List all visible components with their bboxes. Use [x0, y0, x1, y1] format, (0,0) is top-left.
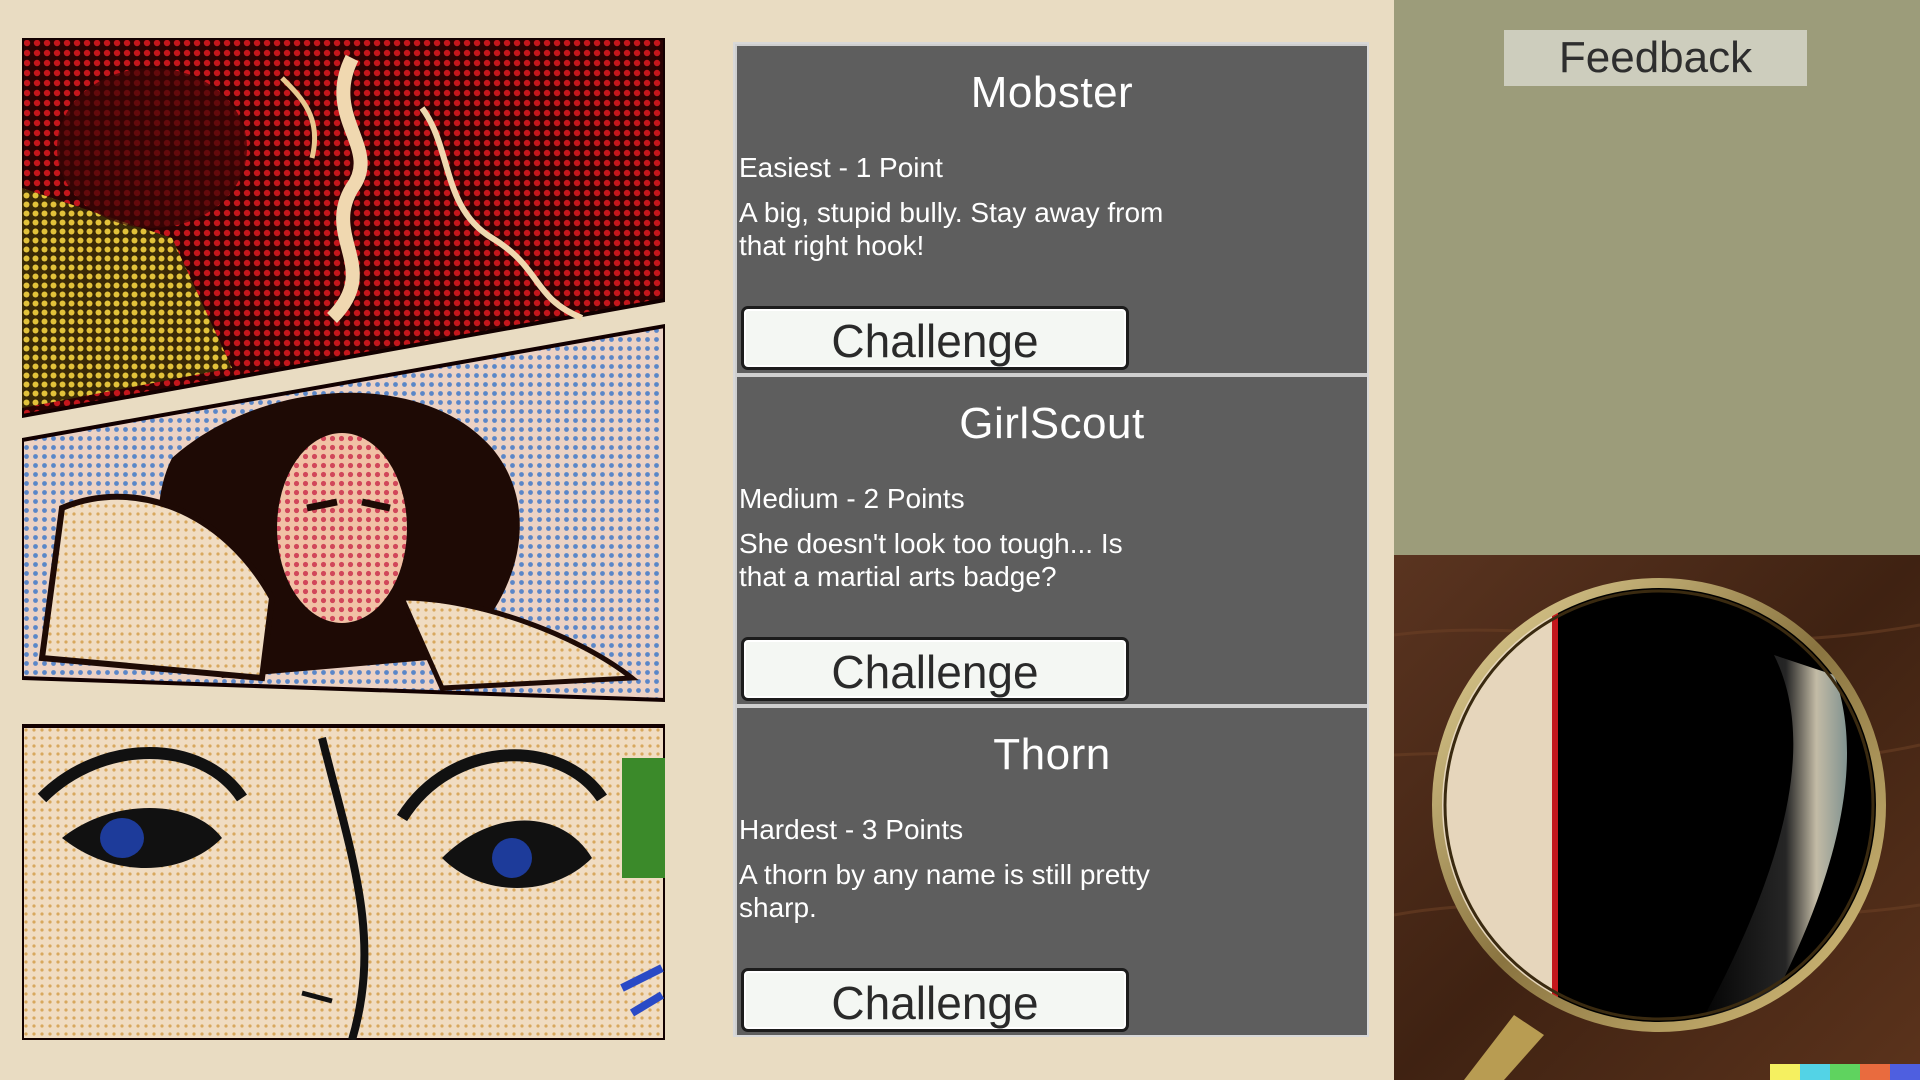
color-swatch — [1830, 1064, 1860, 1080]
opponent-difficulty: Hardest - 3 Points — [739, 814, 964, 845]
opponent-name: GirlScout — [959, 399, 1145, 448]
opponent-difficulty: Medium - 2 Points — [739, 483, 965, 514]
comic-art-panels — [22, 38, 665, 1040]
color-swatch — [1860, 1064, 1890, 1080]
opponent-card-thorn: Thorn Hardest - 3 Points A thorn by any … — [737, 708, 1367, 1035]
magnifying-glass-icon — [1394, 555, 1920, 1080]
opponent-description: She doesn't look too tough... Is that a … — [739, 528, 1123, 592]
opponent-name: Thorn — [993, 730, 1111, 779]
magnifier-area — [1394, 555, 1920, 1080]
opponent-select-screen: Mobster Easiest - 1 Point A big, stupid … — [0, 0, 1920, 1080]
color-swatch — [1890, 1064, 1920, 1080]
feedback-button[interactable]: Feedback — [1504, 30, 1807, 86]
color-strip — [1770, 1064, 1920, 1080]
opponent-difficulty: Easiest - 1 Point — [739, 152, 943, 183]
color-swatch — [1800, 1064, 1830, 1080]
challenge-button[interactable]: Challenge — [741, 637, 1129, 701]
opponent-description: A thorn by any name is still pretty shar… — [739, 859, 1150, 923]
opponent-description: A big, stupid bully. Stay away from that… — [739, 197, 1164, 261]
challenge-button[interactable]: Challenge — [741, 968, 1129, 1032]
comic-illustration — [22, 38, 665, 1040]
color-swatch — [1770, 1064, 1800, 1080]
opponent-list: Mobster Easiest - 1 Point A big, stupid … — [733, 42, 1369, 1037]
opponent-name: Mobster — [970, 68, 1134, 117]
opponent-card-mobster: Mobster Easiest - 1 Point A big, stupid … — [737, 46, 1367, 373]
challenge-button[interactable]: Challenge — [741, 306, 1129, 370]
opponent-card-girlscout: GirlScout Medium - 2 Points She doesn't … — [737, 377, 1367, 704]
